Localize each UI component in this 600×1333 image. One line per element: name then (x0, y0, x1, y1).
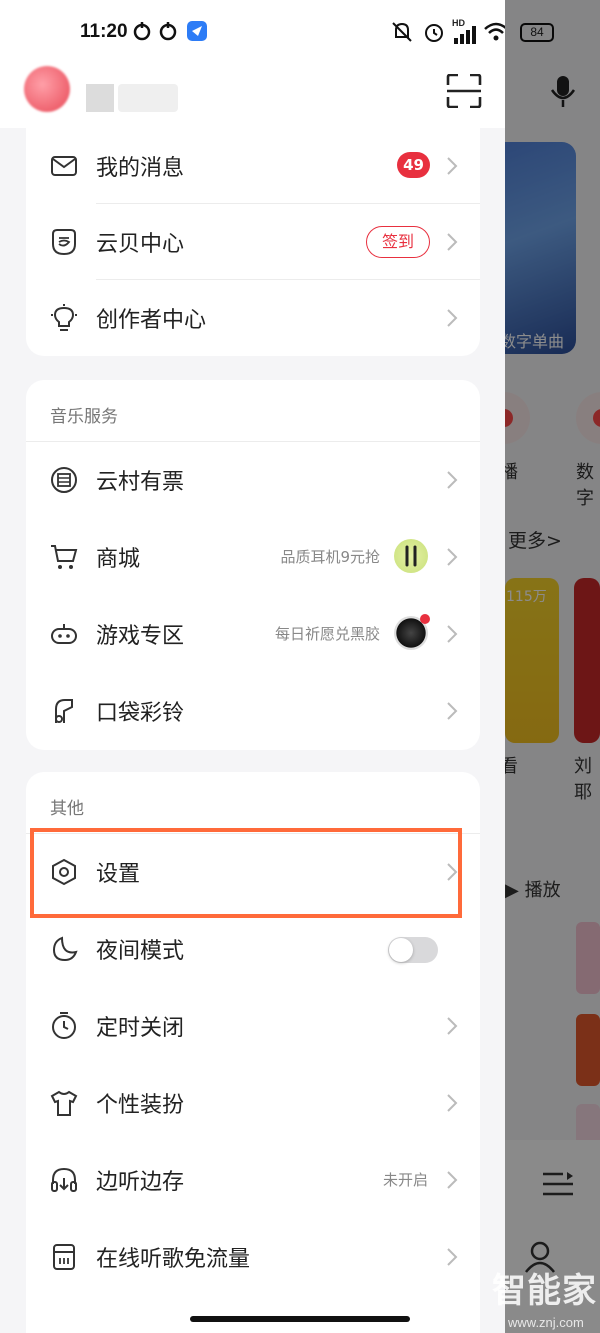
menu-item-messages[interactable]: 我的消息 49 (26, 128, 480, 204)
menu-item-skin[interactable]: 个性装扮 (26, 1065, 480, 1141)
wifi-icon (484, 22, 505, 41)
menu-item-free-data[interactable]: 在线听歌免流量 (26, 1219, 480, 1295)
lightbulb-icon (51, 304, 77, 331)
promo-text: 每日祈愿兑黑胶 (274, 625, 380, 643)
menu-item-label: 定时关闭 (96, 1016, 185, 1041)
username-blurred (118, 84, 178, 112)
settings-highlight-box (30, 828, 462, 918)
chevron-right-icon (447, 625, 458, 643)
section-account: 我的消息 49 云贝中心 签到 创作者中心 (26, 128, 480, 356)
menu-item-ringtone[interactable]: 口袋彩铃 (26, 673, 480, 749)
menu-item-cloud-coin[interactable]: 云贝中心 签到 (26, 204, 480, 280)
scan-icon[interactable] (446, 74, 482, 108)
chevron-right-icon (447, 309, 458, 327)
menu-item-label: 边听边存 (96, 1170, 185, 1195)
earphone-icon (405, 545, 417, 567)
username-placeholder[interactable] (86, 84, 114, 112)
menu-item-label: 夜间模式 (96, 939, 185, 964)
tshirt-icon (50, 1090, 78, 1116)
timer-icon (52, 1012, 76, 1039)
menu-item-label: 口袋彩铃 (96, 701, 185, 726)
notification-dot (420, 614, 430, 624)
moon-icon (52, 936, 78, 962)
alarm-icon (425, 24, 443, 42)
night-mode-toggle[interactable] (388, 937, 438, 963)
menu-item-listen-and-save[interactable]: 边听边存 未开启 (26, 1142, 480, 1218)
sign-in-button[interactable]: 签到 (366, 226, 430, 258)
ringtone-icon (55, 699, 73, 723)
menu-item-sleep-timer[interactable]: 定时关闭 (26, 988, 480, 1064)
section-title: 其他 (50, 799, 84, 819)
signal-icon (454, 26, 476, 44)
netease-status-icon-2 (159, 22, 177, 41)
watermark: 智能家 www.znj.com (478, 1263, 600, 1333)
cart-icon (51, 545, 78, 569)
sim-card-icon (53, 1244, 75, 1270)
chevron-right-icon (447, 157, 458, 175)
menu-item-night-mode[interactable]: 夜间模式 (26, 911, 480, 987)
watermark-url: www.znj.com (508, 1315, 584, 1330)
watermark-text: 智能家 (492, 1271, 597, 1311)
status-bar: 11:20 HD (0, 0, 505, 64)
menu-item-label: 个性装扮 (96, 1093, 185, 1118)
mail-icon (51, 156, 77, 176)
status-text: 未开启 (382, 1171, 428, 1189)
chevron-right-icon (447, 1094, 458, 1112)
mute-bell-icon (392, 22, 412, 42)
ticket-icon (51, 467, 77, 493)
menu-item-label: 在线听歌免流量 (96, 1247, 251, 1272)
menu-item-label: 创作者中心 (96, 308, 207, 333)
menu-item-label: 云村有票 (96, 470, 185, 495)
section-title: 音乐服务 (50, 407, 118, 427)
drawer-header (0, 64, 505, 128)
menu-item-label: 云贝中心 (96, 232, 185, 257)
earphone-thumbnail (394, 539, 428, 573)
chevron-right-icon (447, 1248, 458, 1266)
home-indicator (190, 1316, 410, 1322)
menu-item-label: 商城 (96, 547, 141, 572)
toggle-knob (389, 938, 413, 962)
headphones-download-icon (51, 1167, 77, 1192)
menu-item-label: 游戏专区 (96, 624, 185, 649)
chevron-right-icon (447, 548, 458, 566)
gamepad-icon (51, 624, 77, 644)
menu-item-games[interactable]: 游戏专区 每日祈愿兑黑胶 (26, 596, 480, 672)
side-drawer: 11:20 HD 我的消息 49 云贝中心 签到 创作者中心 音乐服务 云村有票… (0, 0, 505, 1333)
app-notification-icon (187, 21, 207, 41)
menu-item-creator-center[interactable]: 创作者中心 (26, 280, 480, 356)
chevron-right-icon (447, 702, 458, 720)
chevron-right-icon (447, 1017, 458, 1035)
menu-item-tickets[interactable]: 云村有票 (26, 442, 480, 518)
chevron-right-icon (447, 1171, 458, 1189)
menu-item-mall[interactable]: 商城 品质耳机9元抢 (26, 519, 480, 595)
cloud-coin-icon (52, 229, 76, 256)
avatar[interactable] (24, 66, 70, 112)
menu-item-label: 我的消息 (96, 156, 185, 181)
promo-text: 品质耳机9元抢 (280, 548, 380, 566)
section-music-services: 音乐服务 云村有票 商城 品质耳机9元抢 游戏专区 每日祈愿兑黑胶 口袋彩铃 (26, 380, 480, 750)
chevron-right-icon (447, 471, 458, 489)
unread-badge: 49 (397, 152, 430, 178)
status-time: 11:20 (80, 21, 128, 42)
netease-status-icon (133, 22, 151, 41)
chevron-right-icon (447, 233, 458, 251)
